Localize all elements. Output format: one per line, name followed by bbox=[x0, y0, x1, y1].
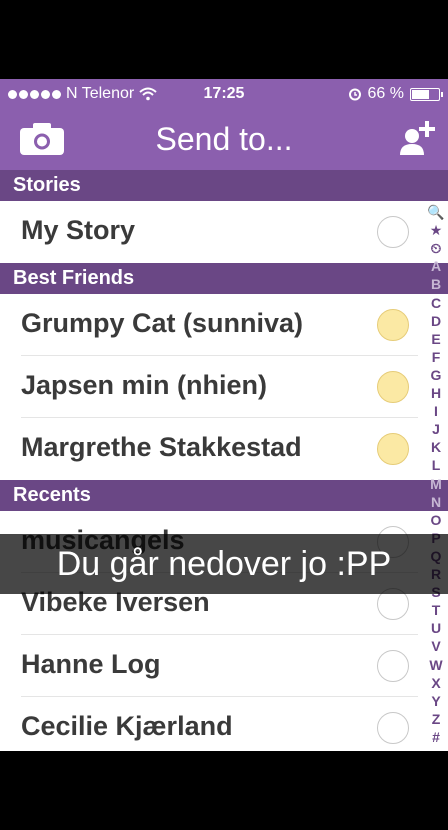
list-item-best-friend[interactable]: Margrethe Stakkestad bbox=[0, 418, 418, 480]
index-letter[interactable]: ★ bbox=[424, 221, 448, 239]
index-letter[interactable]: X bbox=[424, 674, 448, 692]
battery-icon bbox=[410, 87, 443, 101]
section-header-stories: Stories bbox=[0, 170, 448, 201]
index-letter[interactable]: I bbox=[424, 402, 448, 420]
list-item-label: Margrethe Stakkestad bbox=[21, 432, 302, 462]
index-letter[interactable]: # bbox=[424, 728, 448, 746]
index-letter[interactable]: 🔍 bbox=[424, 203, 448, 221]
index-letter[interactable]: T bbox=[424, 601, 448, 619]
status-right: 66 % bbox=[348, 85, 443, 103]
bottom-letterbox bbox=[0, 751, 448, 830]
top-letterbox bbox=[0, 0, 448, 79]
index-letter[interactable]: H bbox=[424, 384, 448, 402]
index-letter[interactable]: Y bbox=[424, 692, 448, 710]
send-to-screen: N Telenor 17:25 66 % Send to... Stories … bbox=[0, 79, 448, 751]
page-title: Send to... bbox=[155, 121, 293, 157]
section-index[interactable]: 🔍★⏲ABCDEFGHIJKLMNOPQRSTUVWXYZ# bbox=[424, 203, 448, 751]
nav-bar: Send to... bbox=[0, 109, 448, 170]
alarm-icon bbox=[348, 88, 361, 101]
index-letter[interactable]: F bbox=[424, 348, 448, 366]
index-letter[interactable]: W bbox=[424, 656, 448, 674]
index-letter[interactable]: ⏲ bbox=[424, 239, 448, 257]
add-friend-icon[interactable] bbox=[398, 119, 436, 157]
index-letter[interactable]: C bbox=[424, 294, 448, 312]
battery-fill bbox=[412, 89, 429, 99]
list-item-label: Japsen min (nhien) bbox=[21, 370, 268, 400]
list-item-label: My Story bbox=[21, 215, 136, 245]
index-letter[interactable]: K bbox=[424, 438, 448, 456]
snap-caption: Du går nedover jo :PP bbox=[0, 534, 448, 594]
select-radio[interactable] bbox=[377, 216, 409, 248]
index-letter[interactable]: G bbox=[424, 366, 448, 384]
index-letter[interactable]: V bbox=[424, 637, 448, 655]
list-item-label: Grumpy Cat (sunniva) bbox=[21, 308, 304, 338]
list-item-best-friend[interactable]: Grumpy Cat (sunniva) bbox=[0, 294, 418, 356]
list-item-recent[interactable]: Cecilie Kjærland bbox=[0, 697, 418, 751]
select-radio[interactable] bbox=[377, 371, 409, 403]
index-letter[interactable]: N bbox=[424, 493, 448, 511]
select-radio[interactable] bbox=[377, 650, 409, 682]
select-radio[interactable] bbox=[377, 309, 409, 341]
index-letter[interactable]: L bbox=[424, 456, 448, 474]
select-radio[interactable] bbox=[377, 433, 409, 465]
list-item-label: Cecilie Kjærland bbox=[21, 711, 233, 741]
list-item-label: Hanne Log bbox=[21, 649, 161, 679]
index-letter[interactable]: B bbox=[424, 275, 448, 293]
section-header-recents: Recents bbox=[0, 480, 448, 511]
index-letter[interactable]: A bbox=[424, 257, 448, 275]
index-letter[interactable]: U bbox=[424, 619, 448, 637]
section-header-best-friends: Best Friends bbox=[0, 263, 448, 294]
index-letter[interactable]: M bbox=[424, 475, 448, 493]
select-radio[interactable] bbox=[377, 712, 409, 744]
index-letter[interactable]: Z bbox=[424, 710, 448, 728]
status-bar: N Telenor 17:25 66 % bbox=[0, 79, 448, 109]
index-letter[interactable]: J bbox=[424, 420, 448, 438]
list-item-recent[interactable]: Hanne Log bbox=[0, 635, 418, 697]
battery-percent: 66 % bbox=[367, 85, 404, 102]
index-letter[interactable]: O bbox=[424, 511, 448, 529]
list-item-my-story[interactable]: My Story bbox=[0, 201, 418, 263]
list-item-best-friend[interactable]: Japsen min (nhien) bbox=[0, 356, 418, 418]
index-letter[interactable]: E bbox=[424, 330, 448, 348]
index-letter[interactable]: D bbox=[424, 312, 448, 330]
